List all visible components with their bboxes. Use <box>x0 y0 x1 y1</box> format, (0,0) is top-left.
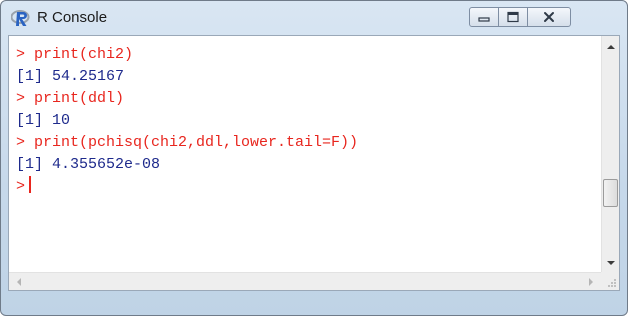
console-input-line[interactable]: > <box>16 176 601 198</box>
console-output-line: [1] 4.355652e-08 <box>16 156 161 173</box>
text-cursor <box>29 176 32 193</box>
close-icon <box>544 12 554 22</box>
resize-grip[interactable] <box>601 272 619 290</box>
scroll-up-arrow-icon[interactable] <box>606 42 616 52</box>
console-command-line: > print(pchisq(chi2,ddl,lower.tail=F)) <box>16 134 359 151</box>
console-command-line: > print(ddl) <box>16 90 125 107</box>
maximize-button[interactable] <box>498 7 528 27</box>
console-area[interactable]: > print(chi2) [1] 54.25167 > print(ddl) … <box>8 35 620 291</box>
r-logo-icon <box>10 8 31 28</box>
window-title: R Console <box>37 9 108 26</box>
console-output[interactable]: > print(chi2) [1] 54.25167 > print(ddl) … <box>9 36 601 274</box>
console-command-line: > print(chi2) <box>16 46 134 63</box>
maximize-icon <box>507 11 519 23</box>
vertical-scroll-thumb[interactable] <box>603 179 618 208</box>
vertical-scrollbar[interactable] <box>601 36 619 274</box>
title-bar[interactable]: R Console <box>1 1 627 35</box>
scroll-right-arrow-icon[interactable] <box>586 277 596 287</box>
close-button[interactable] <box>527 7 571 27</box>
r-console-window: R Console > print(chi2) [1] 54.25167 > p… <box>0 0 628 316</box>
console-prompt: > <box>16 178 26 195</box>
console-output-line: [1] 10 <box>16 112 71 129</box>
minimize-icon <box>478 17 490 22</box>
resize-grip-icon <box>608 279 616 287</box>
scroll-left-arrow-icon[interactable] <box>14 277 24 287</box>
horizontal-scrollbar[interactable] <box>9 272 601 290</box>
console-output-line: [1] 54.25167 <box>16 68 125 85</box>
minimize-button[interactable] <box>469 7 499 27</box>
scroll-down-arrow-icon[interactable] <box>606 258 616 268</box>
